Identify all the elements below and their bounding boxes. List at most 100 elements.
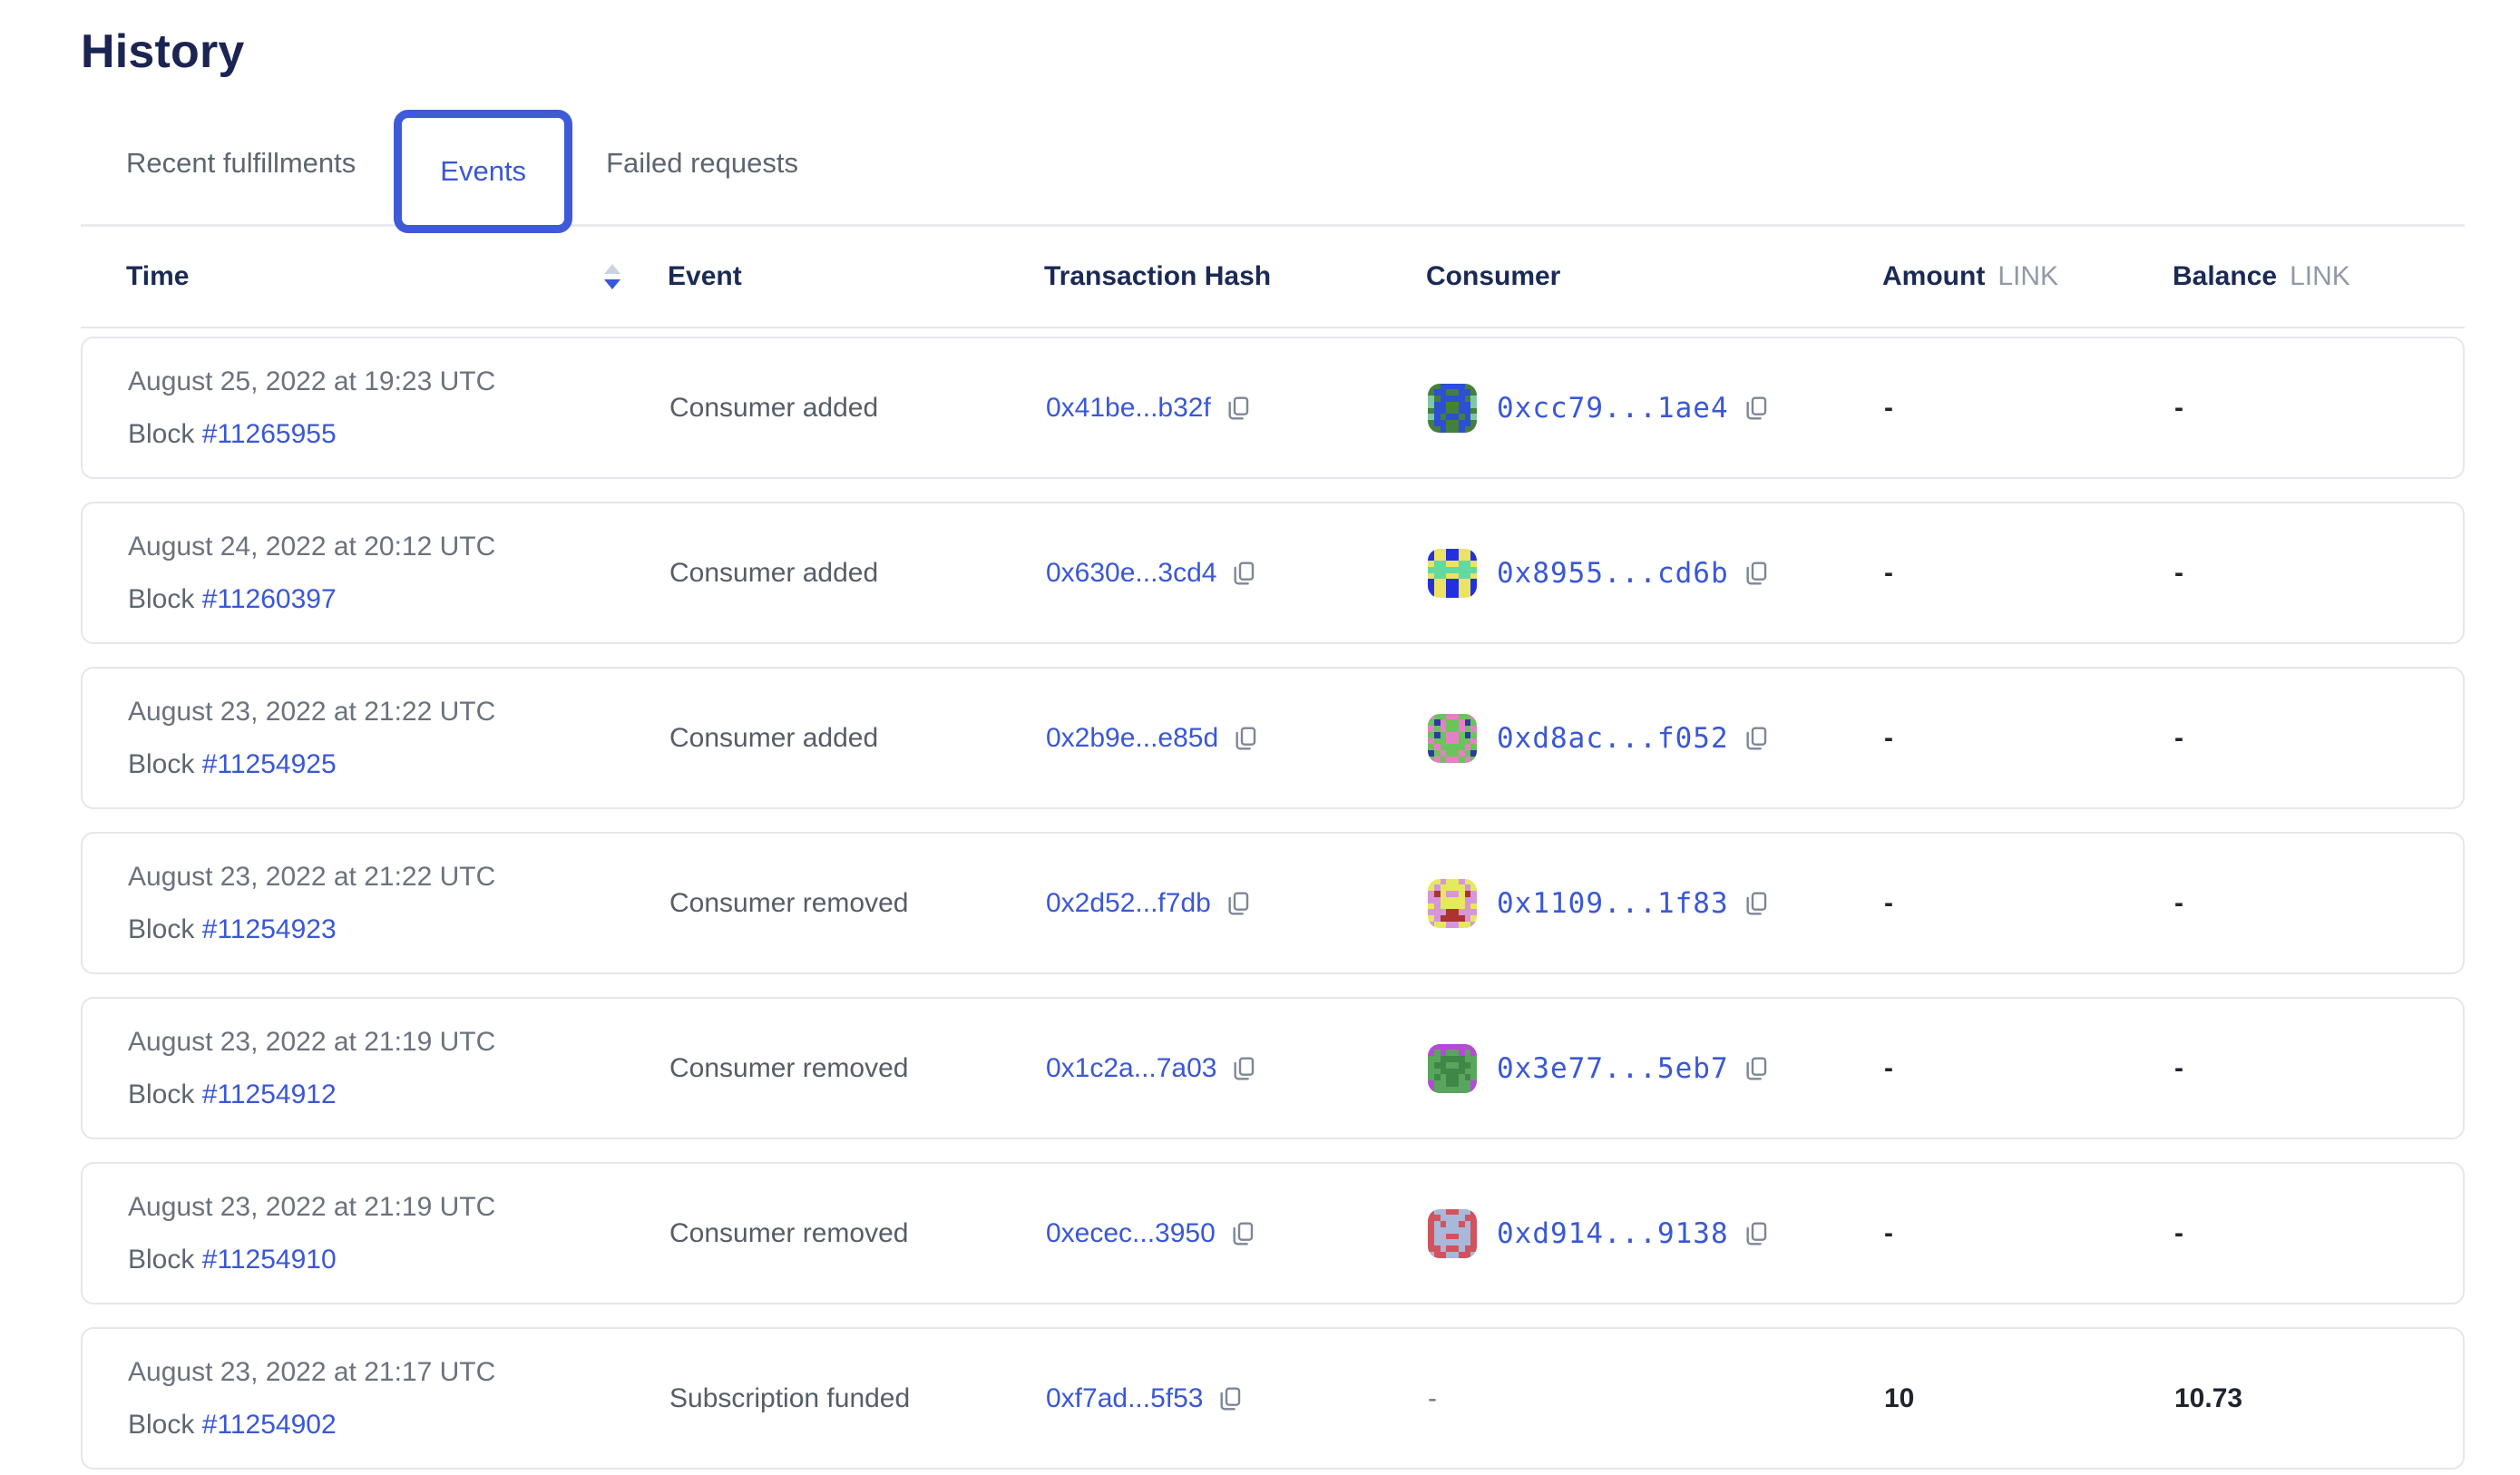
- event-timestamp: August 23, 2022 at 21:22 UTC: [128, 697, 495, 728]
- block-label: Block: [128, 419, 194, 449]
- tab-bar: Recent fulfillments Events Failed reques…: [81, 102, 2465, 227]
- tab-events-label: Events: [440, 155, 526, 188]
- balance-value: -: [2174, 888, 2463, 919]
- consumer-address-link[interactable]: 0x3e77...5eb7: [1497, 1052, 1729, 1085]
- event-type: Subscription funded: [669, 1383, 1046, 1414]
- consumer-cell: -: [1428, 1383, 1884, 1414]
- balance-value: -: [2174, 1218, 2463, 1249]
- tx-hash-link[interactable]: 0x2b9e...e85d: [1046, 723, 1218, 754]
- event-type: Consumer added: [669, 393, 1046, 424]
- block-label: Block: [128, 584, 194, 614]
- tx-hash-link[interactable]: 0xecec...3950: [1046, 1218, 1216, 1249]
- time-cell: August 23, 2022 at 21:22 UTC Block #1125…: [128, 697, 669, 780]
- consumer-cell: 0x8955...cd6b: [1428, 549, 1884, 598]
- consumer-address-link[interactable]: 0xd8ac...f052: [1497, 722, 1729, 755]
- consumer-address-link[interactable]: 0x8955...cd6b: [1497, 557, 1729, 590]
- consumer-empty-value: -: [1428, 1383, 1437, 1414]
- block-number-link[interactable]: #11254912: [202, 1079, 337, 1109]
- column-header-event: Event: [668, 261, 1044, 292]
- column-header-amount: Amount LINK: [1882, 261, 2173, 292]
- tx-hash-cell: 0x2b9e...e85d: [1046, 723, 1428, 754]
- page-title: History: [81, 24, 2520, 80]
- amount-value: -: [1884, 888, 2174, 919]
- tx-hash-cell: 0x2d52...f7db: [1046, 888, 1428, 919]
- time-cell: August 23, 2022 at 21:19 UTC Block #1125…: [128, 1027, 669, 1110]
- block-line: Block #11254910: [128, 1245, 337, 1275]
- consumer-cell: 0x1109...1f83: [1428, 879, 1884, 928]
- balance-value: -: [2174, 393, 2463, 424]
- balance-value: -: [2174, 1053, 2463, 1084]
- consumer-address-link[interactable]: 0xcc79...1ae4: [1497, 392, 1729, 425]
- tab-events[interactable]: Events: [394, 110, 572, 233]
- table-row: August 23, 2022 at 21:19 UTC Block #1125…: [81, 1162, 2465, 1304]
- sort-control[interactable]: [604, 264, 620, 289]
- copy-icon[interactable]: [1742, 889, 1771, 918]
- block-label: Block: [128, 1410, 194, 1440]
- time-cell: August 25, 2022 at 19:23 UTC Block #1126…: [128, 366, 669, 450]
- balance-value: -: [2174, 723, 2463, 754]
- time-cell: August 24, 2022 at 20:12 UTC Block #1126…: [128, 532, 669, 615]
- event-type: Consumer removed: [669, 888, 1046, 919]
- block-line: Block #11254912: [128, 1079, 337, 1110]
- copy-icon[interactable]: [1742, 724, 1771, 753]
- copy-icon[interactable]: [1228, 1219, 1257, 1248]
- copy-icon[interactable]: [1742, 394, 1771, 423]
- time-header-label: Time: [126, 261, 189, 292]
- block-number-link[interactable]: #11254902: [202, 1410, 337, 1440]
- copy-icon[interactable]: [1231, 724, 1260, 753]
- tx-hash-link[interactable]: 0x1c2a...7a03: [1046, 1053, 1216, 1084]
- copy-icon[interactable]: [1742, 1054, 1771, 1083]
- balance-value: 10.73: [2174, 1383, 2463, 1414]
- amount-value: 10: [1884, 1383, 2174, 1414]
- block-number-link[interactable]: #11265955: [202, 419, 337, 449]
- event-timestamp: August 23, 2022 at 21:17 UTC: [128, 1357, 495, 1388]
- block-number-link[interactable]: #11254910: [202, 1245, 337, 1275]
- amount-unit-label: LINK: [1997, 261, 2058, 292]
- consumer-identicon: [1428, 1209, 1477, 1258]
- consumer-address-link[interactable]: 0x1109...1f83: [1497, 887, 1729, 920]
- copy-icon[interactable]: [1229, 559, 1258, 588]
- consumer-identicon: [1428, 879, 1477, 928]
- copy-icon[interactable]: [1742, 1219, 1771, 1248]
- block-label: Block: [128, 914, 194, 944]
- event-timestamp: August 23, 2022 at 21:19 UTC: [128, 1192, 495, 1223]
- copy-icon[interactable]: [1224, 889, 1253, 918]
- column-header-time: Time: [126, 261, 668, 292]
- event-timestamp: August 23, 2022 at 21:19 UTC: [128, 1027, 495, 1058]
- time-cell: August 23, 2022 at 21:22 UTC Block #1125…: [128, 862, 669, 945]
- table-row: August 23, 2022 at 21:17 UTC Block #1125…: [81, 1327, 2465, 1470]
- block-label: Block: [128, 1079, 194, 1109]
- block-line: Block #11254923: [128, 914, 337, 945]
- copy-icon[interactable]: [1224, 394, 1253, 423]
- amount-header-label: Amount: [1882, 261, 1985, 292]
- consumer-cell: 0xd914...9138: [1428, 1209, 1884, 1258]
- consumer-identicon: [1428, 384, 1477, 433]
- table-row: August 25, 2022 at 19:23 UTC Block #1126…: [81, 337, 2465, 479]
- copy-icon[interactable]: [1229, 1054, 1258, 1083]
- block-number-link[interactable]: #11254925: [202, 749, 337, 779]
- tx-hash-cell: 0xecec...3950: [1046, 1218, 1428, 1249]
- tab-failed-requests[interactable]: Failed requests: [606, 147, 798, 180]
- event-timestamp: August 24, 2022 at 20:12 UTC: [128, 532, 495, 562]
- block-label: Block: [128, 749, 194, 779]
- block-number-link[interactable]: #11254923: [202, 914, 337, 944]
- amount-value: -: [1884, 393, 2174, 424]
- time-cell: August 23, 2022 at 21:17 UTC Block #1125…: [128, 1357, 669, 1441]
- amount-value: -: [1884, 558, 2174, 589]
- block-line: Block #11254925: [128, 749, 337, 780]
- event-type: Consumer removed: [669, 1218, 1046, 1249]
- event-timestamp: August 23, 2022 at 21:22 UTC: [128, 862, 495, 893]
- sort-desc-icon: [604, 279, 620, 289]
- tx-hash-link[interactable]: 0x630e...3cd4: [1046, 558, 1216, 589]
- tx-hash-link[interactable]: 0x41be...b32f: [1046, 393, 1211, 424]
- tx-hash-link[interactable]: 0x2d52...f7db: [1046, 888, 1211, 919]
- consumer-address-link[interactable]: 0xd914...9138: [1497, 1217, 1729, 1250]
- tab-recent-fulfillments[interactable]: Recent fulfillments: [126, 147, 356, 180]
- balance-unit-label: LINK: [2290, 261, 2350, 292]
- copy-icon[interactable]: [1742, 559, 1771, 588]
- block-line: Block #11260397: [128, 584, 337, 615]
- block-number-link[interactable]: #11260397: [202, 584, 337, 614]
- tx-hash-cell: 0xf7ad...5f53: [1046, 1383, 1428, 1414]
- copy-icon[interactable]: [1216, 1384, 1245, 1413]
- tx-hash-link[interactable]: 0xf7ad...5f53: [1046, 1383, 1203, 1414]
